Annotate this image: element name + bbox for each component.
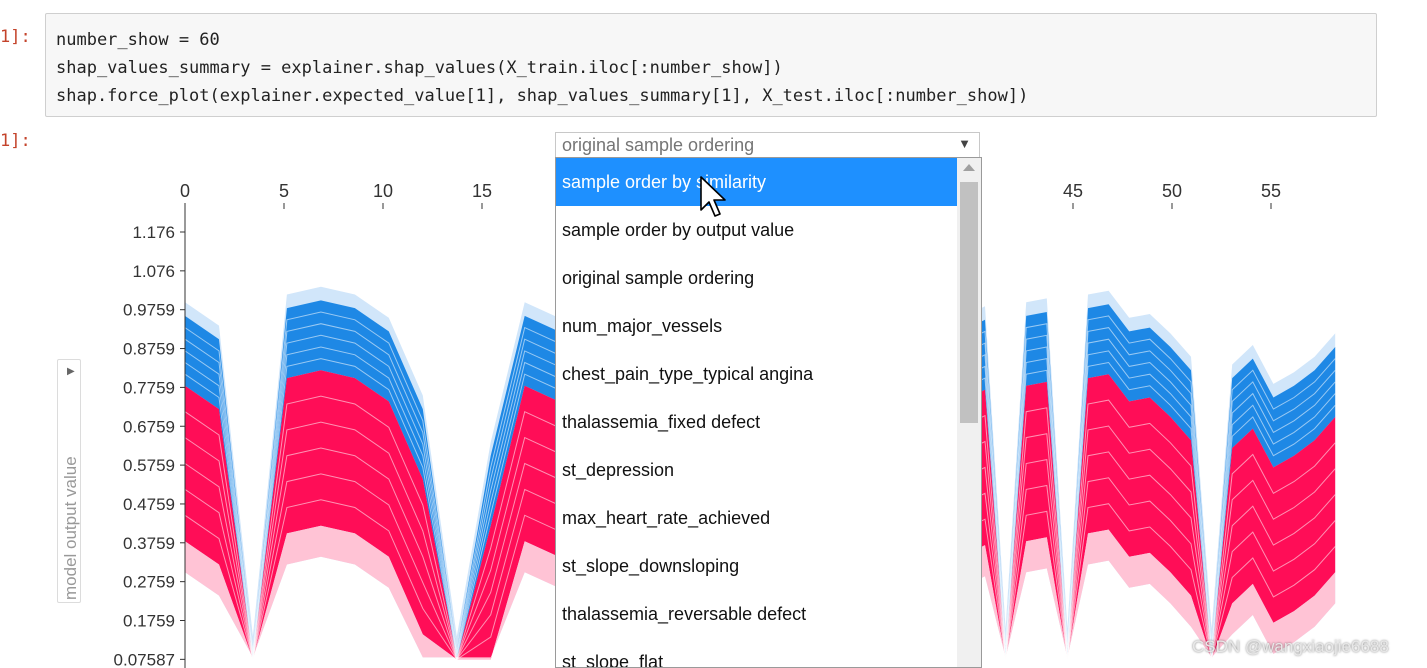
y-tick-label: 0.1759: [123, 612, 175, 631]
dropdown-option[interactable]: st_slope_flat: [556, 638, 957, 667]
y-tick-label: 1.076: [132, 262, 175, 281]
x-tick-label: 10: [373, 181, 393, 201]
dropdown-option[interactable]: max_heart_rate_achieved: [556, 494, 957, 542]
y-tick-label: 0.8759: [123, 340, 175, 359]
y-axis-label: model output value: [61, 456, 80, 600]
y-tick-label: 0.5759: [123, 456, 175, 475]
watermark: CSDN @wangxiaojie6688: [1192, 637, 1389, 656]
ordering-dropdown[interactable]: sample order by similarity sample order …: [555, 157, 982, 668]
x-tick-label: 5: [279, 181, 289, 201]
dropdown-option[interactable]: chest_pain_type_typical angina: [556, 350, 957, 398]
y-tick-label: 1.176: [132, 223, 175, 242]
y-tick-label: 0.3759: [123, 534, 175, 553]
y-tick-label: 0.07587: [114, 650, 175, 668]
dropdown-option[interactable]: num_major_vessels: [556, 302, 957, 350]
y-tick-label: 0.2759: [123, 573, 175, 592]
ordering-select[interactable]: original sample ordering ▼: [555, 132, 980, 158]
dropdown-option[interactable]: thalassemia_fixed defect: [556, 398, 957, 446]
x-tick-label: 50: [1162, 181, 1182, 201]
dropdown-option[interactable]: sample order by similarity: [556, 158, 957, 206]
y-tick-label: 0.6759: [123, 417, 175, 436]
caret-right-icon: ▶: [67, 366, 75, 377]
x-tick-label: 45: [1063, 181, 1083, 201]
scroll-up-arrow-icon[interactable]: [963, 164, 975, 171]
dropdown-option[interactable]: thalassemia_reversable defect: [556, 590, 957, 638]
dropdown-option[interactable]: sample order by output value: [556, 206, 957, 254]
dropdown-option[interactable]: st_depression: [556, 446, 957, 494]
x-tick-label: 15: [472, 181, 492, 201]
x-tick-label: 55: [1261, 181, 1281, 201]
y-axis-output-selector[interactable]: ▶ model output value: [57, 359, 81, 603]
y-tick-label: 0.4759: [123, 495, 175, 514]
y-tick-label: 0.9759: [123, 301, 175, 320]
x-tick-label: 0: [180, 181, 190, 201]
dropdown-scrollbar[interactable]: [957, 158, 981, 667]
dropdown-option[interactable]: st_slope_downsloping: [556, 542, 957, 590]
scrollbar-thumb[interactable]: [960, 182, 978, 423]
mouse-pointer-icon: [700, 176, 726, 217]
chevron-down-icon: ▼: [958, 136, 971, 151]
y-tick-label: 0.7759: [123, 378, 175, 397]
dropdown-option[interactable]: original sample ordering: [556, 254, 957, 302]
ordering-select-value: original sample ordering: [562, 135, 755, 155]
